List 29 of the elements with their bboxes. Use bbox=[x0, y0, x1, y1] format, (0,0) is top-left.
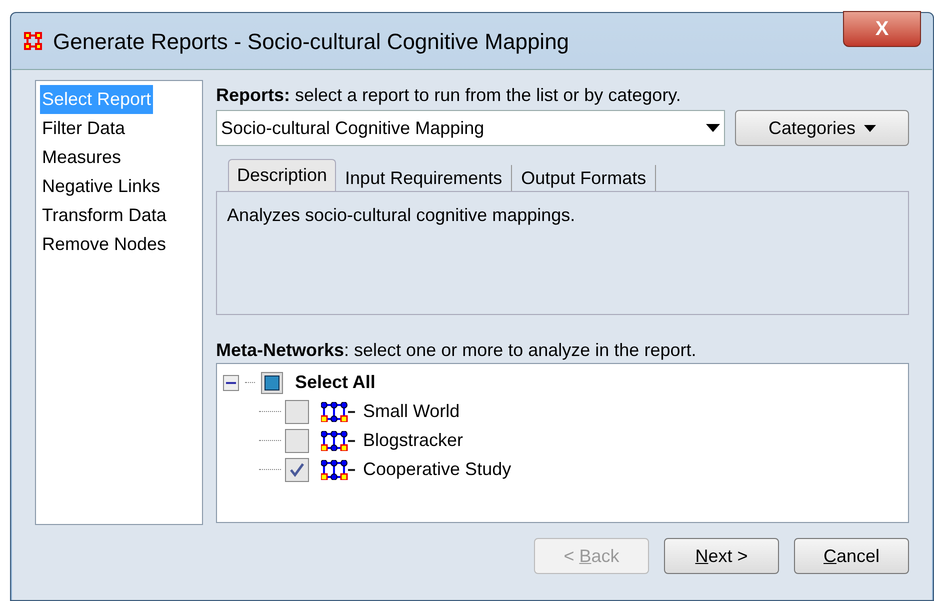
checkbox[interactable] bbox=[285, 428, 309, 452]
checkbox[interactable] bbox=[285, 458, 309, 482]
network-logo-icon bbox=[23, 31, 43, 51]
tree-item-label[interactable]: Small World bbox=[363, 398, 460, 425]
report-dropdown[interactable]: Socio-cultural Cognitive Mapping bbox=[216, 110, 725, 146]
description-text: Analyzes socio-cultural cognitive mappings. bbox=[227, 205, 576, 225]
network-graph-icon bbox=[321, 430, 357, 450]
sidebar-item[interactable]: Filter Data bbox=[40, 114, 128, 143]
dialog-button[interactable]: Next > bbox=[664, 538, 779, 574]
checkbox[interactable] bbox=[285, 400, 309, 424]
sidebar-item[interactable]: Remove Nodes bbox=[40, 230, 168, 259]
sidebar-item[interactable]: Measures bbox=[40, 143, 124, 172]
tree-item-label[interactable]: Cooperative Study bbox=[363, 456, 512, 483]
tab[interactable]: Description bbox=[228, 159, 336, 191]
window-title: Generate Reports - Socio-cultural Cognitive Mapping bbox=[53, 28, 570, 56]
reports-label: Reports: select a report to run from the list or by category. bbox=[216, 84, 682, 104]
dropdown-caret-icon bbox=[864, 124, 876, 132]
tree-item-label[interactable]: Select All bbox=[295, 369, 376, 396]
dropdown-caret-icon bbox=[706, 124, 720, 132]
categories-button[interactable]: Categories bbox=[735, 110, 909, 146]
network-graph-icon bbox=[321, 402, 357, 422]
sidebar-item[interactable]: Transform Data bbox=[40, 201, 168, 230]
network-graph-icon bbox=[321, 460, 357, 480]
collapse-toggle-icon[interactable] bbox=[223, 374, 239, 390]
dialog-button[interactable]: Cancel bbox=[794, 538, 909, 574]
sidebar-item[interactable]: Negative Links bbox=[40, 172, 162, 201]
meta-networks-label: Meta-Networks: select one or more to analyze in the report. bbox=[216, 339, 698, 359]
tree-item-label[interactable]: Blogstracker bbox=[363, 427, 464, 454]
partial-checkbox-icon[interactable] bbox=[261, 372, 283, 394]
